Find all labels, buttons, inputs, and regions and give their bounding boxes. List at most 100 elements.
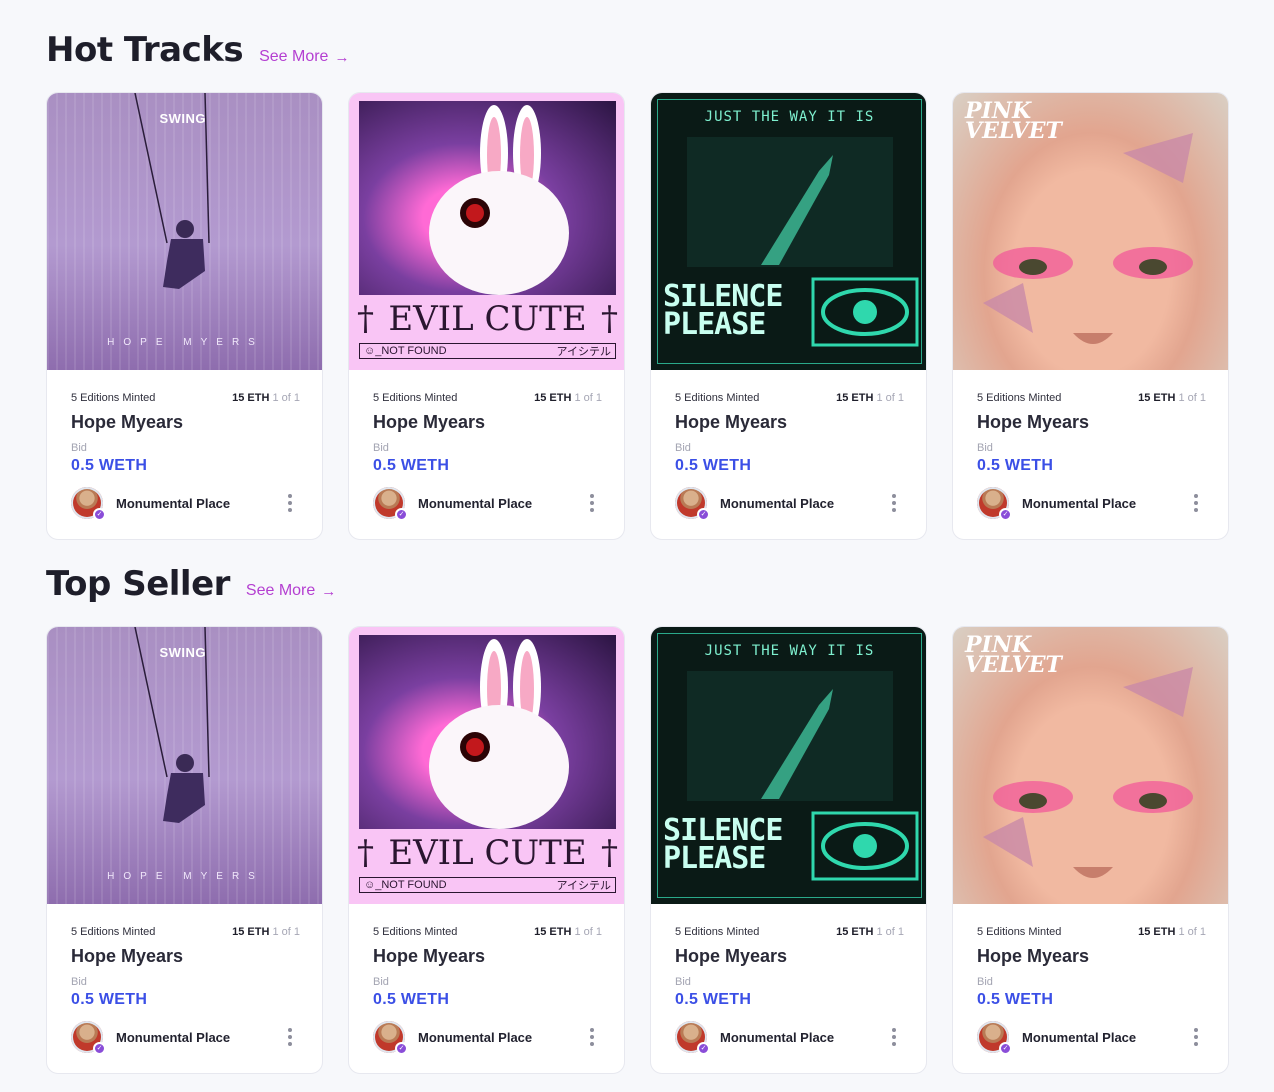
art-strip: ☺_NOT FOUND アイシテル [359, 343, 616, 359]
bid-value: 0.5 WETH [373, 991, 450, 1008]
owner-name[interactable]: Monumental Place [720, 1030, 834, 1045]
card-meta-row: 5 Editions Minted 15 ETH 1 of 1 [977, 926, 1206, 938]
bid-label: Bid [373, 976, 389, 988]
editions-text: 5 Editions Minted [675, 392, 760, 404]
artwork-image[interactable]: † EVIL CUTE † ☺_NOT FOUND アイシテル [349, 627, 624, 904]
nft-card[interactable]: SWING HOPE MYERS 5 Editions Minted 15 ETH… [46, 92, 323, 540]
see-more-link[interactable]: See More → [259, 48, 349, 66]
art-strip: ☺_NOT FOUND アイシテル [359, 877, 616, 893]
editions-text: 5 Editions Minted [977, 926, 1062, 938]
nft-card[interactable]: PINK VELVET 5 Editions Minted 15 ETH 1 of… [952, 626, 1229, 1074]
track-name: Hope Myears [71, 412, 184, 432]
nft-card[interactable]: † EVIL CUTE † ☺_NOT FOUND アイシテル 5 Editions M… [348, 92, 625, 540]
editions-text: 5 Editions Minted [71, 392, 156, 404]
artwork-image[interactable]: SWING HOPE MYERS [47, 627, 322, 904]
edition-count: 1 of 1 [574, 926, 602, 938]
track-name: Hope Myears [977, 946, 1090, 966]
section-header: Top Seller See More → [46, 564, 1230, 612]
edition-count: 1 of 1 [1178, 926, 1206, 938]
art-title: PINK VELVET [965, 632, 1062, 678]
kebab-menu-icon[interactable] [582, 1025, 602, 1049]
owner-name[interactable]: Monumental Place [116, 496, 230, 511]
owner-name[interactable]: Monumental Place [720, 496, 834, 511]
card-info: 5 Editions Minted 15 ETH 1 of 1 Hope Mye… [349, 904, 624, 1055]
avatar[interactable]: ✓ [675, 487, 710, 521]
card-grid: SWING HOPE MYERS 5 Editions Minted 15 ETH… [46, 626, 1230, 1074]
art-title: † EVIL CUTE † [357, 833, 618, 873]
owner-name[interactable]: Monumental Place [418, 1030, 532, 1045]
nft-card[interactable]: † EVIL CUTE † ☺_NOT FOUND アイシテル 5 Editions M… [348, 626, 625, 1074]
owner-name[interactable]: Monumental Place [1022, 1030, 1136, 1045]
bid-value: 0.5 WETH [675, 991, 752, 1008]
arrow-right-icon: → [334, 48, 350, 66]
owner-row: ✓ Monumental Place [373, 487, 602, 521]
top-seller-section: Top Seller See More → SWING HOPE MYERS 5 … [46, 564, 1230, 1074]
artwork-image[interactable]: SWING HOPE MYERS [47, 93, 322, 370]
verified-badge-icon: ✓ [93, 1042, 106, 1055]
nft-card[interactable]: PINK VELVET 5 Editions Minted 15 ETH 1 of… [952, 92, 1229, 540]
nft-card[interactable]: JUST THE WAY IT IS SILENCE PLEASE 5 Editio… [650, 92, 927, 540]
artwork-image[interactable]: PINK VELVET [953, 627, 1228, 904]
card-meta-row: 5 Editions Minted 15 ETH 1 of 1 [71, 926, 300, 938]
price-value: 15 ETH [534, 926, 572, 938]
price-value: 15 ETH [232, 392, 270, 404]
bid-value: 0.5 WETH [977, 457, 1054, 474]
owner-name[interactable]: Monumental Place [418, 496, 532, 511]
art-big-text: SILENCE PLEASE [663, 279, 783, 342]
kebab-menu-icon[interactable] [582, 491, 602, 515]
artwork-image[interactable]: JUST THE WAY IT IS SILENCE PLEASE [651, 93, 926, 370]
artwork-image[interactable]: PINK VELVET [953, 93, 1228, 370]
kebab-menu-icon[interactable] [280, 1025, 300, 1049]
track-name: Hope Myears [977, 412, 1090, 432]
avatar[interactable]: ✓ [71, 1021, 106, 1055]
avatar[interactable]: ✓ [373, 487, 408, 521]
price-value: 15 ETH [836, 392, 874, 404]
edition-count: 1 of 1 [876, 926, 904, 938]
card-info: 5 Editions Minted 15 ETH 1 of 1 Hope Mye… [953, 904, 1228, 1055]
price-text: 15 ETH 1 of 1 [836, 392, 904, 404]
owner-row: ✓ Monumental Place [71, 1021, 300, 1055]
bid-label: Bid [977, 442, 993, 454]
kebab-menu-icon[interactable] [280, 491, 300, 515]
art-big-text: SILENCE PLEASE [663, 813, 783, 876]
kebab-menu-icon[interactable] [884, 491, 904, 515]
nft-card[interactable]: JUST THE WAY IT IS SILENCE PLEASE 5 Editio… [650, 626, 927, 1074]
price-value: 15 ETH [534, 392, 572, 404]
owner-name[interactable]: Monumental Place [1022, 496, 1136, 511]
verified-badge-icon: ✓ [697, 508, 710, 521]
section-title: Top Seller [46, 564, 230, 604]
kebab-menu-icon[interactable] [884, 1025, 904, 1049]
price-text: 15 ETH 1 of 1 [534, 392, 602, 404]
card-meta-row: 5 Editions Minted 15 ETH 1 of 1 [977, 392, 1206, 404]
card-info: 5 Editions Minted 15 ETH 1 of 1 Hope Mye… [651, 370, 926, 521]
kebab-menu-icon[interactable] [1186, 1025, 1206, 1049]
see-more-label: See More [259, 48, 329, 65]
card-info: 5 Editions Minted 15 ETH 1 of 1 Hope Mye… [651, 904, 926, 1055]
avatar[interactable]: ✓ [977, 1021, 1012, 1055]
artwork-image[interactable]: † EVIL CUTE † ☺_NOT FOUND アイシテル [349, 93, 624, 370]
avatar[interactable]: ✓ [675, 1021, 710, 1055]
owner-name[interactable]: Monumental Place [116, 1030, 230, 1045]
art-title: JUST THE WAY IT IS [704, 109, 875, 125]
card-meta-row: 5 Editions Minted 15 ETH 1 of 1 [373, 926, 602, 938]
kebab-menu-icon[interactable] [1186, 491, 1206, 515]
artwork-image[interactable]: JUST THE WAY IT IS SILENCE PLEASE [651, 627, 926, 904]
see-more-label: See More [245, 582, 316, 599]
owner-row: ✓ Monumental Place [71, 487, 300, 521]
price-text: 15 ETH 1 of 1 [1138, 926, 1206, 938]
avatar[interactable]: ✓ [977, 487, 1012, 521]
section-header: Hot Tracks See More → [46, 30, 1230, 78]
editions-text: 5 Editions Minted [373, 926, 458, 938]
editions-text: 5 Editions Minted [977, 392, 1062, 404]
bid-label: Bid [675, 442, 691, 454]
card-meta-row: 5 Editions Minted 15 ETH 1 of 1 [675, 392, 904, 404]
editions-text: 5 Editions Minted [373, 392, 458, 404]
price-value: 15 ETH [1138, 926, 1176, 938]
see-more-link[interactable]: See More → [246, 582, 336, 600]
card-meta-row: 5 Editions Minted 15 ETH 1 of 1 [71, 392, 300, 404]
art-credit: HOPE MYERS [107, 871, 264, 882]
nft-card[interactable]: SWING HOPE MYERS 5 Editions Minted 15 ETH… [46, 626, 323, 1074]
avatar[interactable]: ✓ [71, 487, 106, 521]
bid-value: 0.5 WETH [71, 457, 148, 474]
avatar[interactable]: ✓ [373, 1021, 408, 1055]
